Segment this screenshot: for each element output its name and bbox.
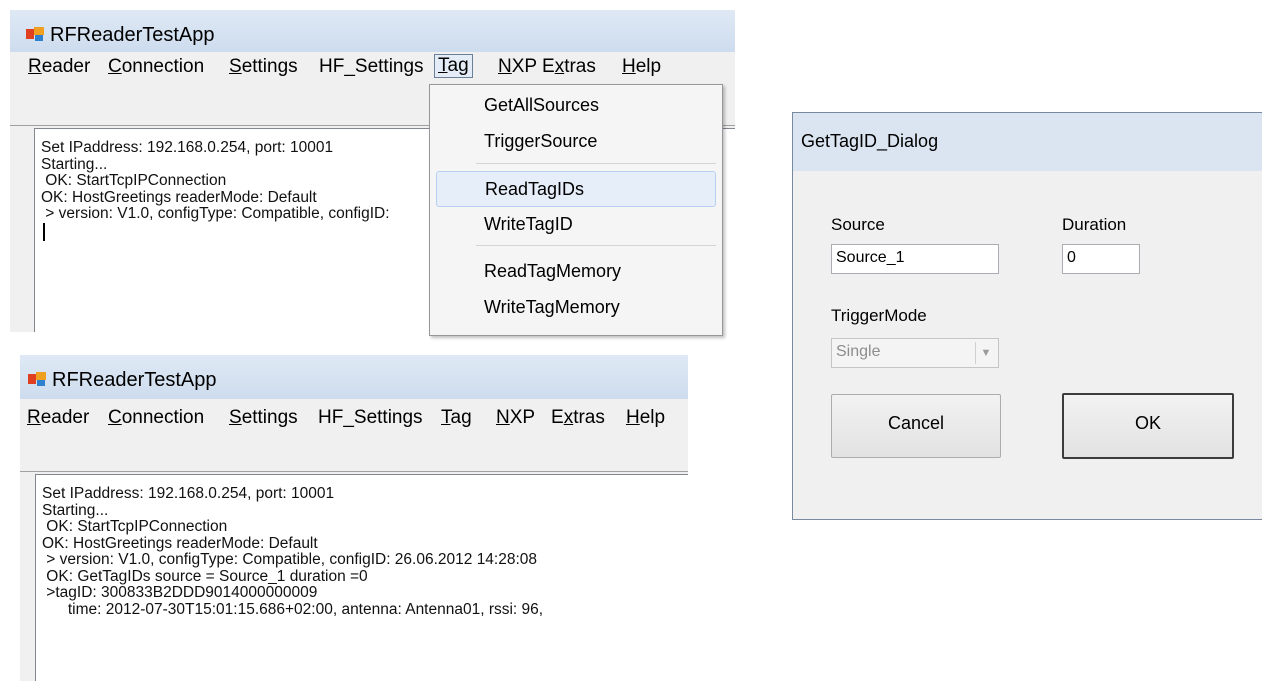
menu-bar: Reader Connection Settings HF_Settings Tag NX… <box>20 407 688 437</box>
log-line: > version: V1.0, configType: Compatible,… <box>42 551 538 568</box>
menu-item-label: WriteTagMemory <box>484 297 620 317</box>
log-line: >tagID: 300833B2DDD9014000000009 <box>42 584 318 601</box>
app-icon <box>28 372 46 386</box>
trigger-mode-value: Single <box>836 343 881 360</box>
menu-connection[interactable]: Connection <box>108 407 204 429</box>
cancel-button[interactable]: Cancel <box>831 394 1001 458</box>
menu-item-label: WriteTagID <box>484 214 573 234</box>
menu-settings[interactable]: Settings <box>229 407 298 429</box>
log-line: OK: HostGreetings readerMode: Default <box>41 188 317 206</box>
menu-item-writetagid[interactable]: WriteTagID <box>436 207 716 241</box>
menu-item-label: ReadTagMemory <box>484 261 622 281</box>
log-line: Set IPaddress: 192.168.0.254, port: 1000… <box>42 485 335 502</box>
menu-connection[interactable]: Connection <box>108 56 204 78</box>
ok-button[interactable]: OK <box>1062 393 1234 459</box>
title-bar: RFReaderTestApp <box>20 355 688 399</box>
menu-nxp[interactable]: NXP <box>496 407 535 429</box>
window-title: RFReaderTestApp <box>52 369 217 391</box>
text-caret <box>43 222 45 241</box>
menu-tag[interactable]: Tag <box>434 54 473 78</box>
ok-button-label: OK <box>1134 413 1161 433</box>
log-line: Starting... <box>42 501 109 519</box>
duration-label: Duration <box>1062 215 1127 234</box>
menu-reader[interactable]: Reader <box>28 56 90 78</box>
trigger-mode-label: TriggerMode <box>831 306 927 325</box>
menu-help[interactable]: Help <box>622 56 661 78</box>
menu-hf-settings[interactable]: HF_Settings <box>318 407 423 429</box>
source-label: Source <box>831 215 885 234</box>
source-value: Source_1 <box>836 249 905 266</box>
log-line: OK: StartTcpIPConnection <box>41 172 227 189</box>
source-input[interactable]: Source_1 <box>831 244 999 274</box>
chevron-down-icon: ▼ <box>975 342 996 364</box>
dialog-title-bar: GetTagID_Dialog <box>793 113 1262 171</box>
window-title: RFReaderTestApp <box>50 24 215 46</box>
menu-item-getallsources[interactable]: GetAllSources <box>436 88 716 122</box>
app-icon <box>26 27 44 41</box>
log-line: > version: V1.0, configType: Compatible,… <box>41 205 390 222</box>
tag-dropdown-menu: GetAllSources TriggerSource ReadTagIDs Writ… <box>429 84 723 336</box>
menu-tag[interactable]: Tag <box>441 407 472 429</box>
duration-value: 0 <box>1067 249 1076 266</box>
menu-item-label: TriggerSource <box>484 131 598 151</box>
menu-bar: Reader Connection Settings HF_Settings Tag NX… <box>10 54 735 86</box>
trigger-mode-select[interactable]: Single ▼ <box>831 338 999 368</box>
menu-extras[interactable]: Extras <box>542 56 596 78</box>
log-line: Set IPaddress: 192.168.0.254, port: 1000… <box>41 139 334 156</box>
menu-item-label: GetAllSources <box>484 95 600 115</box>
duration-input[interactable]: 0 <box>1062 244 1140 274</box>
menu-settings[interactable]: Settings <box>229 56 298 78</box>
toolbar-divider <box>20 471 688 472</box>
get-tag-id-dialog: GetTagID_Dialog Source Source_1 Duration… <box>792 112 1262 520</box>
dialog-title: GetTagID_Dialog <box>801 131 939 151</box>
cancel-button-label: Cancel <box>887 413 945 433</box>
title-bar: RFReaderTestApp <box>10 10 735 52</box>
log-textbox[interactable]: Set IPaddress: 192.168.0.254, port: 1000… <box>35 474 688 681</box>
log-line: OK: HostGreetings readerMode: Default <box>42 534 318 552</box>
menu-nxp[interactable]: NXP <box>498 56 537 78</box>
log-line: Starting... <box>41 155 108 173</box>
menu-separator <box>476 245 716 246</box>
menu-separator <box>476 163 716 164</box>
menu-item-writetagmemory[interactable]: WriteTagMemory <box>436 290 716 324</box>
menu-item-label: ReadTagIDs <box>485 179 585 199</box>
menu-item-readtagids[interactable]: ReadTagIDs <box>436 171 716 207</box>
menu-hf-settings[interactable]: HF_Settings <box>319 56 424 78</box>
menu-item-readtagmemory[interactable]: ReadTagMemory <box>436 254 716 288</box>
log-line: OK: StartTcpIPConnection <box>42 518 228 535</box>
app-window-bottom: RFReaderTestApp Reader Connection Settings… <box>20 355 688 681</box>
menu-reader[interactable]: Reader <box>27 407 89 429</box>
log-line: time: 2012-07-30T15:01:15.686+02:00, ant… <box>42 600 544 618</box>
menu-help[interactable]: Help <box>626 407 665 429</box>
log-line: OK: GetTagIDs source = Source_1 duration… <box>42 567 368 585</box>
menu-item-triggersource[interactable]: TriggerSource <box>436 124 716 158</box>
menu-extras[interactable]: Extras <box>551 407 605 429</box>
